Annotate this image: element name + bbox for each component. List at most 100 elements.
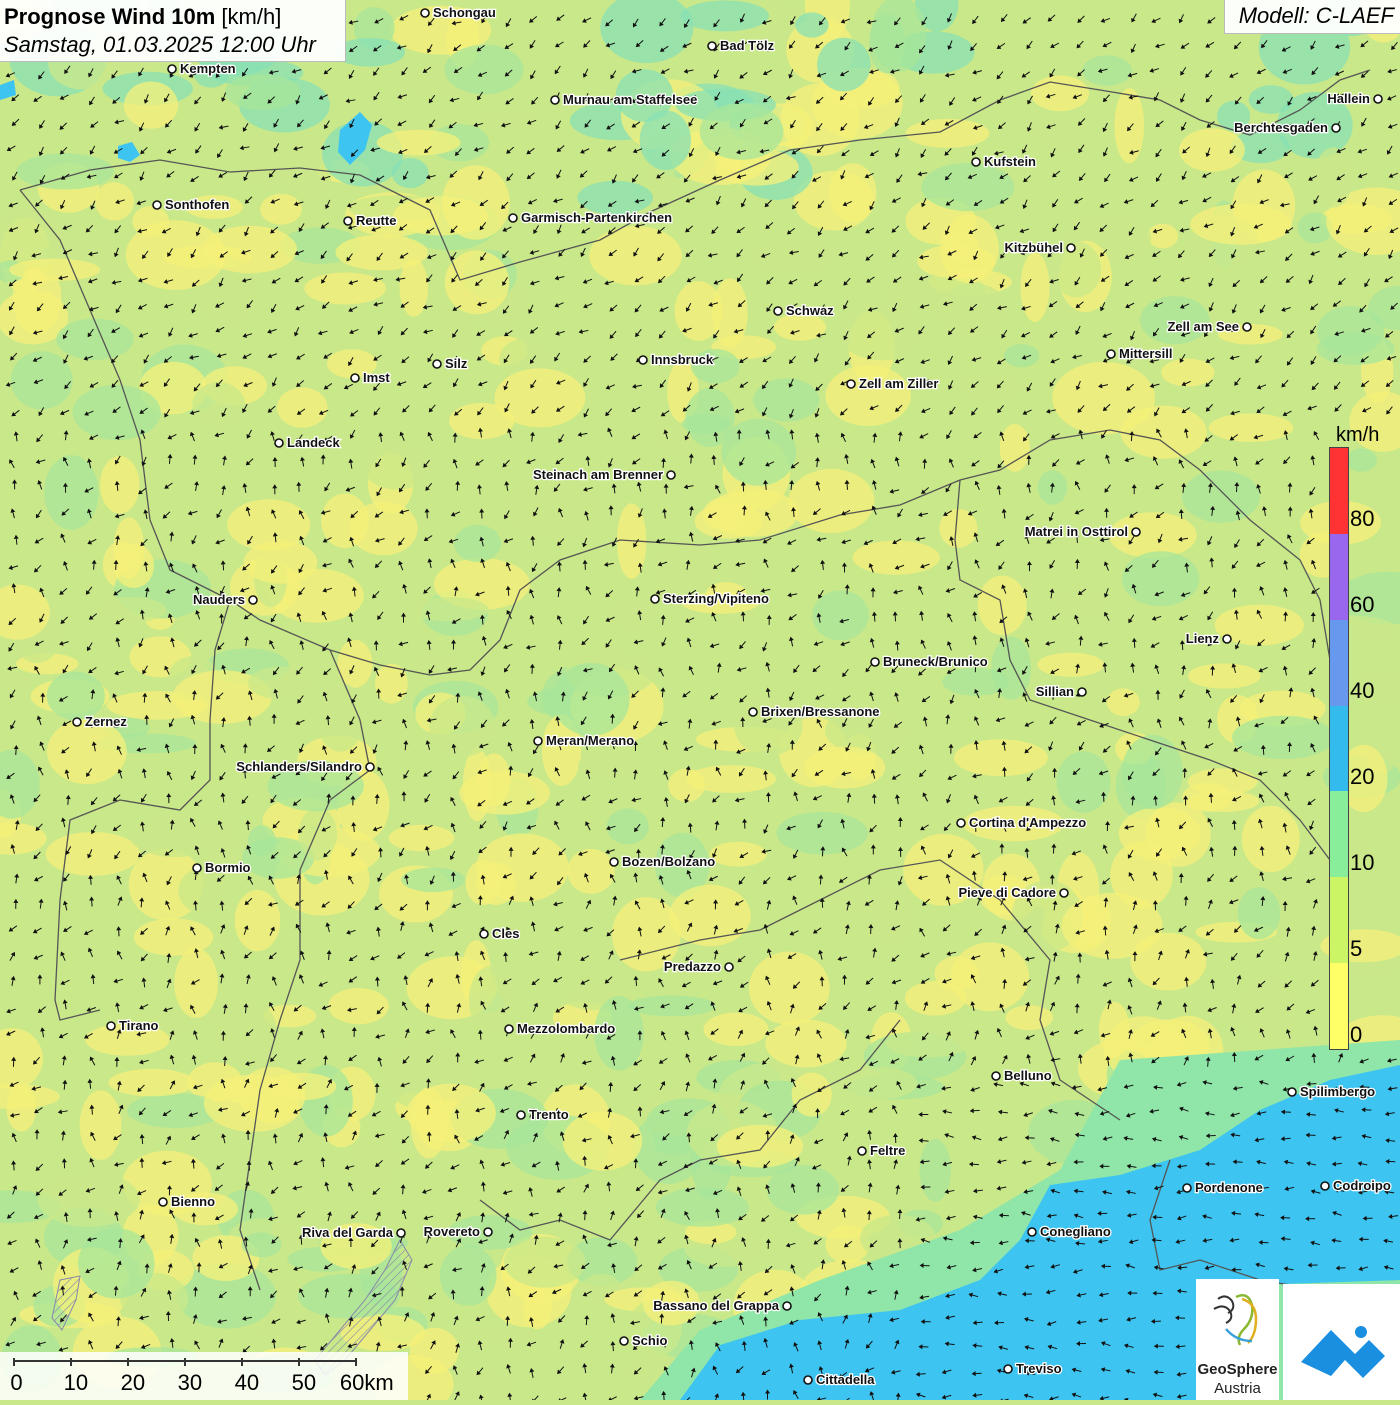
- city-dot: [1060, 889, 1068, 897]
- city-label: Kufstein: [984, 154, 1036, 169]
- wind-speed-patch: [567, 849, 614, 894]
- wind-speed-patch: [628, 996, 716, 1017]
- wind-speed-patch: [349, 1132, 399, 1194]
- city-label: Bormio: [205, 860, 251, 875]
- city-marker: Berchtesgaden: [1234, 120, 1340, 135]
- city-marker: Sterzing/Vipiteno: [651, 591, 769, 606]
- forecast-datetime: Samstag, 01.03.2025 12:00 Uhr: [4, 31, 341, 59]
- city-marker: Innsbruck: [639, 352, 714, 367]
- city-dot: [480, 930, 488, 938]
- geosphere-sub: Austria: [1196, 1380, 1279, 1397]
- wind-speed-patch: [1188, 663, 1261, 688]
- city-dot: [620, 1337, 628, 1345]
- city-dot: [1223, 635, 1231, 643]
- city-label: Cortina d'Ampezzo: [969, 815, 1086, 830]
- legend-swatch: [1330, 534, 1348, 620]
- wind-speed-patch: [316, 683, 364, 752]
- wind-speed-patch: [225, 74, 300, 110]
- wind-speed-patch: [826, 365, 911, 426]
- city-dot: [1078, 688, 1086, 696]
- city-marker: Zell am See: [1167, 319, 1251, 334]
- wind-speed-patch: [134, 918, 213, 955]
- city-label: Bruneck/Brunico: [883, 654, 988, 669]
- legend-label: 20: [1350, 764, 1374, 790]
- wind-speed-patch: [1082, 55, 1132, 85]
- city-label: Codroipo: [1333, 1178, 1391, 1193]
- city-marker: Bozen/Bolzano: [610, 854, 715, 869]
- wind-speed-patch: [235, 133, 300, 190]
- city-dot: [1067, 244, 1075, 252]
- wind-speed-patch: [840, 1067, 917, 1099]
- wind-speed-patch: [350, 502, 418, 556]
- city-label: Sterzing/Vipiteno: [663, 591, 769, 606]
- scale-label: 0: [10, 1370, 22, 1396]
- city-label: Matrei in Osttirol: [1025, 524, 1128, 539]
- mountain-logo-icon: [1283, 1284, 1400, 1400]
- city-label: Silz: [445, 356, 468, 371]
- city-label: Bad Tölz: [720, 38, 775, 53]
- city-label: Imst: [363, 370, 390, 385]
- legend-swatch: [1330, 877, 1348, 963]
- city-label: Schongau: [433, 5, 496, 20]
- scale-label: 40: [235, 1370, 259, 1396]
- wind-speed-patch: [1031, 76, 1089, 112]
- wind-speed-patch: [563, 1111, 643, 1170]
- wind-speed-patch: [130, 815, 220, 857]
- wind-speed-patch: [495, 368, 586, 427]
- wind-speed-patch: [589, 226, 682, 285]
- geosphere-logo[interactable]: GeoSphere Austria: [1196, 1279, 1279, 1400]
- legend-swatch: [1330, 791, 1348, 877]
- wind-speed-patch: [938, 283, 1009, 341]
- mountain-logo[interactable]: [1283, 1284, 1400, 1400]
- city-dot: [639, 356, 647, 364]
- wind-speed-patch: [47, 672, 105, 721]
- city-dot: [1374, 95, 1382, 103]
- wind-speed-patch: [1057, 751, 1111, 812]
- city-dot: [1004, 1365, 1012, 1373]
- wind-speed-patch: [477, 753, 511, 806]
- city-label: Feltre: [870, 1143, 905, 1158]
- city-dot: [159, 1198, 167, 1206]
- wind-speed-patch: [749, 952, 830, 1025]
- wind-speed-patch: [476, 833, 569, 902]
- city-label: Mezzolombardo: [517, 1021, 615, 1036]
- wind-speed-patch: [1021, 253, 1050, 322]
- city-marker: Meran/Merano: [534, 733, 634, 748]
- legend-label: 10: [1350, 850, 1374, 876]
- city-dot: [1321, 1182, 1329, 1190]
- scale-tick: [127, 1358, 129, 1366]
- scale-bar: 0102030405060km: [0, 1352, 408, 1400]
- wind-speed-patch: [227, 499, 310, 550]
- wind-speed-patch: [336, 235, 428, 271]
- city-marker: Matrei in Osttirol: [1025, 524, 1140, 539]
- wind-speed-patch: [788, 469, 874, 533]
- wind-speed-patch: [704, 1013, 769, 1047]
- city-label: Trento: [529, 1107, 569, 1122]
- wind-speed-patch: [203, 226, 297, 273]
- wind-speed-patch: [1147, 224, 1178, 249]
- city-dot: [421, 9, 429, 17]
- wind-speed-patch: [393, 196, 488, 235]
- wind-speed-patch: [681, 0, 769, 31]
- wind-speed-patch: [277, 387, 328, 427]
- city-dot: [957, 819, 965, 827]
- wind-speed-patch: [46, 832, 140, 876]
- wind-speed-patch: [1052, 362, 1155, 435]
- scale-tick: [184, 1358, 186, 1366]
- geosphere-spiral-icon: [1196, 1279, 1279, 1359]
- wind-speed-patch: [1107, 688, 1140, 716]
- city-marker: Schlanders/Silandro: [236, 759, 374, 774]
- city-dot: [749, 708, 757, 716]
- city-label: Lienz: [1186, 631, 1220, 646]
- city-dot: [1183, 1184, 1191, 1192]
- wind-speed-patch: [260, 194, 302, 225]
- wind-speed-patch: [1314, 147, 1353, 207]
- city-marker: Schongau: [421, 5, 496, 20]
- map-title: Prognose Wind 10m [km/h]: [4, 3, 341, 31]
- wind-speed-patch: [640, 110, 691, 170]
- city-label: Bozen/Bolzano: [622, 854, 715, 869]
- legend-swatch: [1330, 448, 1348, 534]
- scale-label: 10: [64, 1370, 88, 1396]
- city-dot: [1132, 528, 1140, 536]
- wind-speed-patch: [362, 440, 432, 490]
